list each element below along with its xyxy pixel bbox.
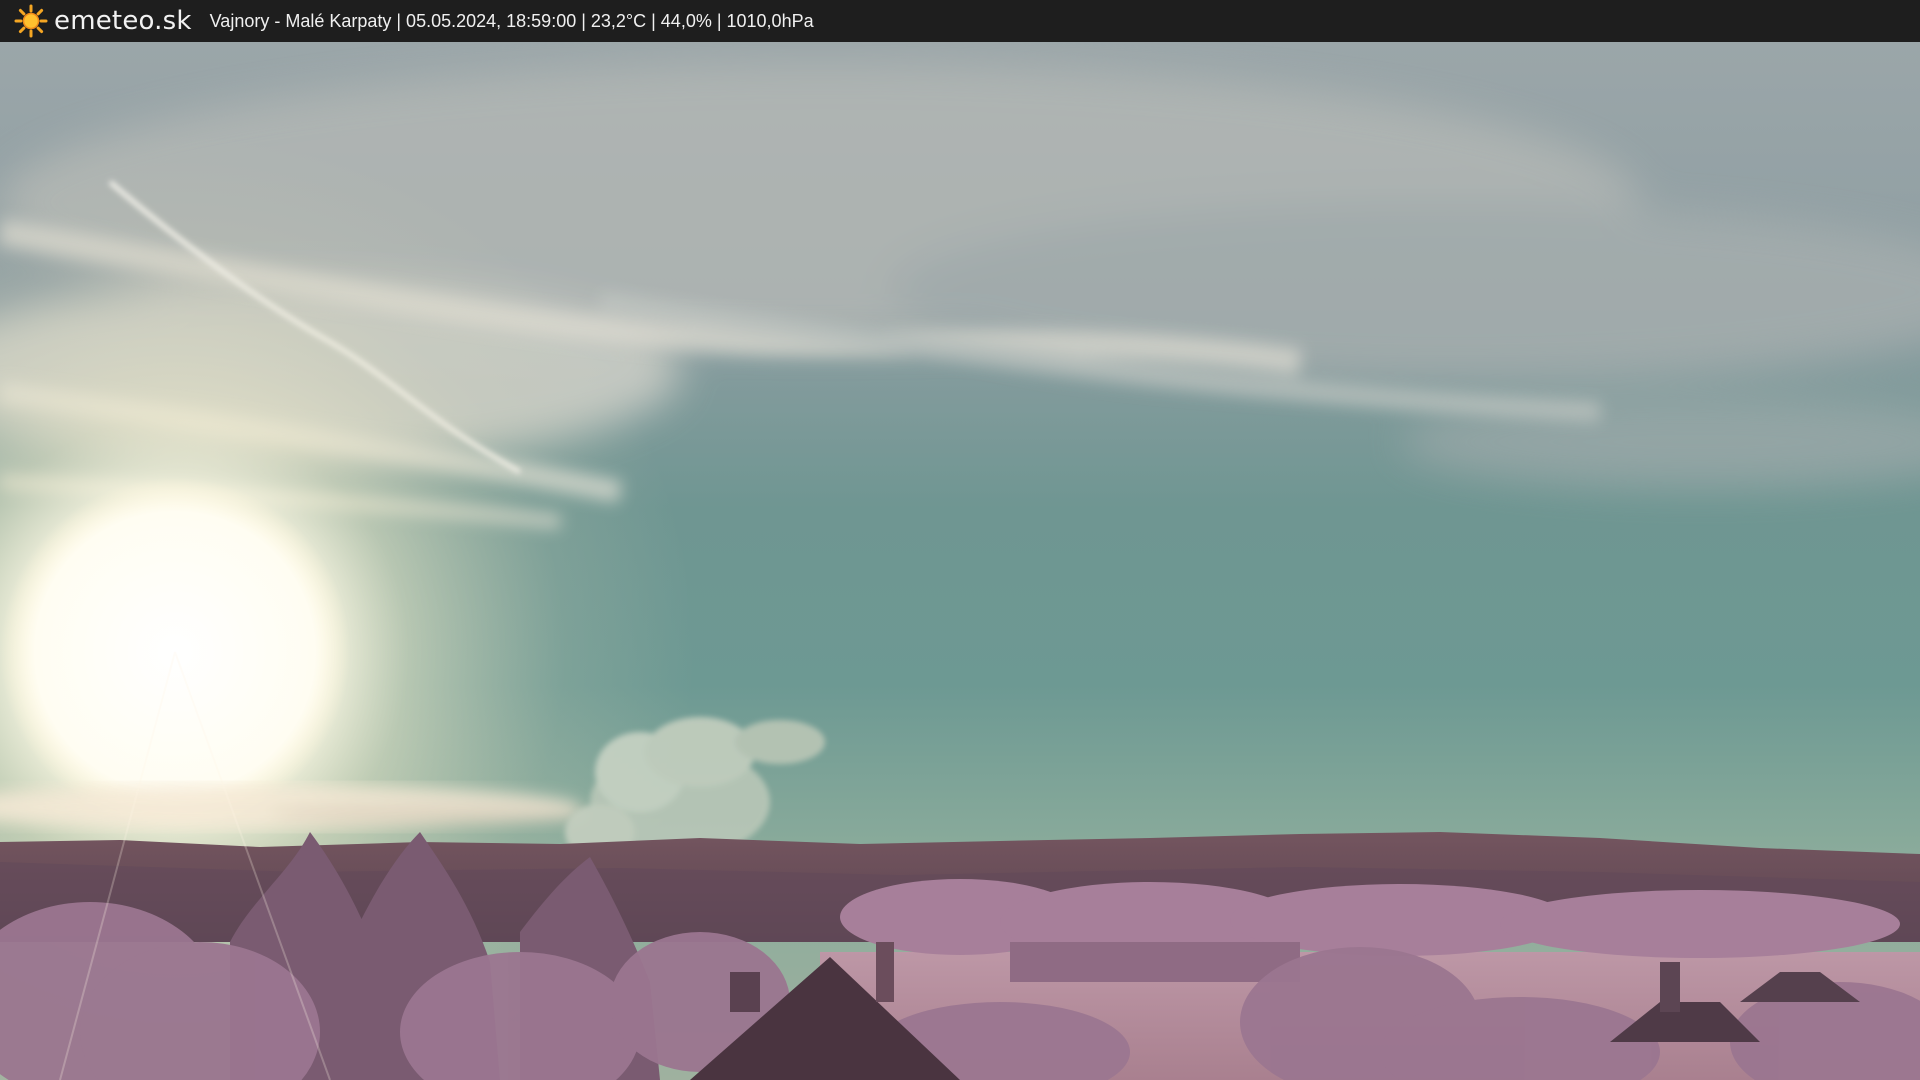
webcam-caption: Vajnory - Malé Karpaty | 05.05.2024, 18:… — [209, 10, 814, 31]
brand-name: emeteo.sk — [54, 6, 192, 36]
logo[interactable]: emeteo.sk — [14, 4, 210, 38]
sun-icon — [14, 4, 48, 38]
webcam-image — [0, 42, 1920, 1080]
top-bar: emeteo.sk Vajnory - Malé Karpaty | 05.05… — [0, 0, 1920, 42]
